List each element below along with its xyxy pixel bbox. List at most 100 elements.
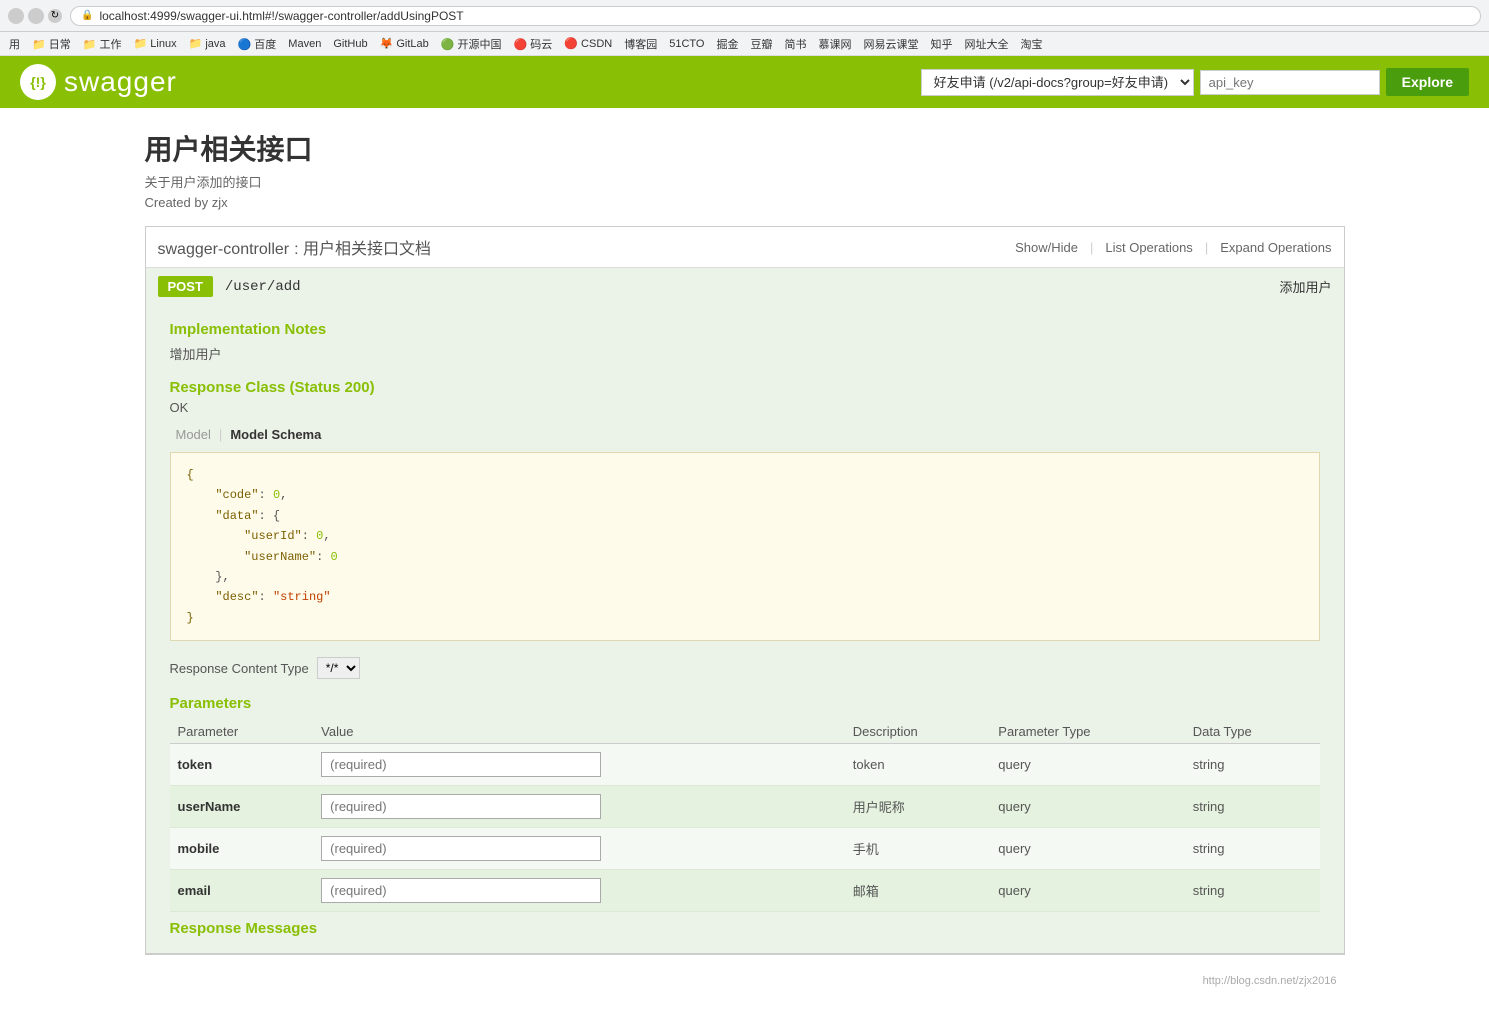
operation-detail: Implementation Notes 增加用户 Response Class… — [146, 305, 1344, 953]
operation-container: POST /user/add 添加用户 Implementation Notes… — [146, 268, 1344, 954]
swagger-logo-icon: {!} — [20, 64, 56, 100]
operation-path: /user/add — [225, 279, 1268, 295]
response-messages-title: Response Messages — [170, 920, 1320, 937]
bookmark-juejin[interactable]: 掘金 — [711, 35, 743, 53]
col-value: Value — [313, 720, 845, 744]
bookmark-51cto[interactable]: 51CTO — [664, 37, 709, 51]
bookmark-wyk[interactable]: 网易云课堂 — [858, 35, 923, 53]
bookmark-gitee[interactable]: 🔴 码云 — [509, 35, 558, 53]
bookmark-jianshu[interactable]: 简书 — [779, 35, 811, 53]
param-value-cell-1 — [313, 786, 845, 828]
model-tab-separator: | — [217, 425, 224, 444]
bookmark-urls[interactable]: 网址大全 — [959, 35, 1013, 53]
bookmark-cnblog[interactable]: 博客园 — [619, 35, 662, 53]
show-hide-link[interactable]: Show/Hide — [1015, 240, 1078, 255]
param-input-userName[interactable] — [321, 794, 601, 819]
bookmark-github[interactable]: GitHub — [328, 37, 372, 51]
response-class-title: Response Class (Status 200) — [170, 379, 1320, 396]
parameters-table: Parameter Value Description Parameter Ty… — [170, 720, 1320, 912]
swagger-controls: 好友申请 (/v2/api-docs?group=好友申请) Explore — [921, 68, 1469, 96]
separator-2: | — [1205, 240, 1208, 255]
swagger-logo-text: swagger — [64, 66, 177, 98]
bookmark-zhihu[interactable]: 知乎 — [925, 35, 957, 53]
back-button[interactable] — [8, 8, 24, 24]
param-type-1: query — [990, 786, 1184, 828]
param-value-cell-0 — [313, 744, 845, 786]
response-content-type: Response Content Type */* — [170, 657, 1320, 679]
page-author: Created by zjx — [145, 195, 1345, 210]
browser-controls: ↻ — [8, 8, 62, 24]
list-operations-link[interactable]: List Operations — [1105, 240, 1192, 255]
model-schema-tab[interactable]: Model Schema — [224, 425, 327, 444]
main-content: 用户相关接口 关于用户添加的接口 Created by zjx swagger-… — [105, 108, 1385, 1011]
bookmarks-bar: 用 📁 日常 📁 工作 📁 Linux 📁 java 🔵 百度 Maven Gi… — [0, 32, 1489, 56]
page-subtitle: 关于用户添加的接口 — [145, 172, 1345, 191]
swagger-logo: {!} swagger — [20, 64, 177, 100]
reload-button[interactable]: ↻ — [48, 9, 62, 23]
controller-header: swagger-controller : 用户相关接口文档 Show/Hide … — [146, 227, 1344, 268]
param-name-1: userName — [170, 786, 314, 828]
param-desc-1: 用户昵称 — [845, 786, 991, 828]
table-row: token token query string — [170, 744, 1320, 786]
bookmark-java[interactable]: 📁 java — [184, 36, 231, 51]
param-desc-2: 手机 — [845, 828, 991, 870]
col-data-type: Data Type — [1185, 720, 1320, 744]
bookmark-daily[interactable]: 📁 日常 — [27, 35, 76, 53]
operation-summary: 添加用户 — [1279, 277, 1331, 296]
col-param-type: Parameter Type — [990, 720, 1184, 744]
bookmark-yong[interactable]: 用 — [4, 35, 25, 53]
url-bar[interactable]: 🔒 localhost:4999/swagger-ui.html#!/swagg… — [70, 6, 1481, 26]
controller-actions: Show/Hide | List Operations | Expand Ope… — [1015, 240, 1331, 255]
bookmark-work[interactable]: 📁 工作 — [78, 35, 127, 53]
controller-title: swagger-controller : 用户相关接口文档 — [158, 235, 432, 259]
api-selector[interactable]: 好友申请 (/v2/api-docs?group=好友申请) — [921, 69, 1194, 96]
page-title: 用户相关接口 — [145, 128, 1345, 168]
param-name-2: mobile — [170, 828, 314, 870]
param-input-mobile[interactable] — [321, 836, 601, 861]
param-name-3: email — [170, 870, 314, 912]
param-input-email[interactable] — [321, 878, 601, 903]
col-parameter: Parameter — [170, 720, 314, 744]
operation-row[interactable]: POST /user/add 添加用户 — [146, 268, 1344, 305]
expand-operations-link[interactable]: Expand Operations — [1220, 240, 1331, 255]
param-value-cell-3 — [313, 870, 845, 912]
separator-1: | — [1090, 240, 1093, 255]
lock-icon: 🔒 — [81, 10, 93, 21]
param-datatype-0: string — [1185, 744, 1320, 786]
parameters-title: Parameters — [170, 695, 1320, 712]
param-name-0: token — [170, 744, 314, 786]
table-row: userName 用户昵称 query string — [170, 786, 1320, 828]
param-datatype-2: string — [1185, 828, 1320, 870]
bookmark-taobao[interactable]: 淘宝 — [1015, 35, 1047, 53]
bookmark-linux[interactable]: 📁 Linux — [129, 36, 182, 51]
page-title-section: 用户相关接口 关于用户添加的接口 Created by zjx — [145, 128, 1345, 210]
impl-notes-text: 增加用户 — [170, 344, 1320, 363]
col-description: Description — [845, 720, 991, 744]
param-desc-3: 邮箱 — [845, 870, 991, 912]
bookmark-baidu[interactable]: 🔵 百度 — [233, 35, 282, 53]
controller-section: swagger-controller : 用户相关接口文档 Show/Hide … — [145, 226, 1345, 955]
param-value-cell-2 — [313, 828, 845, 870]
param-type-2: query — [990, 828, 1184, 870]
footer-hint: http://blog.csdn.net/zjx2016 — [145, 971, 1345, 991]
model-tab[interactable]: Model — [170, 425, 217, 444]
param-input-token[interactable] — [321, 752, 601, 777]
bookmark-douban[interactable]: 豆瓣 — [745, 35, 777, 53]
bookmark-csdn[interactable]: 🔴 CSDN — [559, 36, 617, 51]
response-content-type-label: Response Content Type — [170, 661, 309, 676]
param-type-3: query — [990, 870, 1184, 912]
bookmark-oschina[interactable]: 🟢 开源中国 — [436, 35, 507, 53]
response-content-type-select[interactable]: */* — [317, 657, 360, 679]
table-row: email 邮箱 query string — [170, 870, 1320, 912]
api-key-input[interactable] — [1200, 70, 1380, 95]
explore-button[interactable]: Explore — [1386, 68, 1469, 96]
swagger-header: {!} swagger 好友申请 (/v2/api-docs?group=好友申… — [0, 56, 1489, 108]
table-row: mobile 手机 query string — [170, 828, 1320, 870]
bookmark-maven[interactable]: Maven — [283, 37, 326, 51]
method-badge: POST — [158, 276, 213, 297]
url-text: localhost:4999/swagger-ui.html#!/swagger… — [99, 9, 463, 23]
bookmark-imooc[interactable]: 慕课网 — [813, 35, 856, 53]
param-datatype-3: string — [1185, 870, 1320, 912]
bookmark-gitlab[interactable]: 🦊 GitLab — [375, 36, 434, 51]
forward-button[interactable] — [28, 8, 44, 24]
